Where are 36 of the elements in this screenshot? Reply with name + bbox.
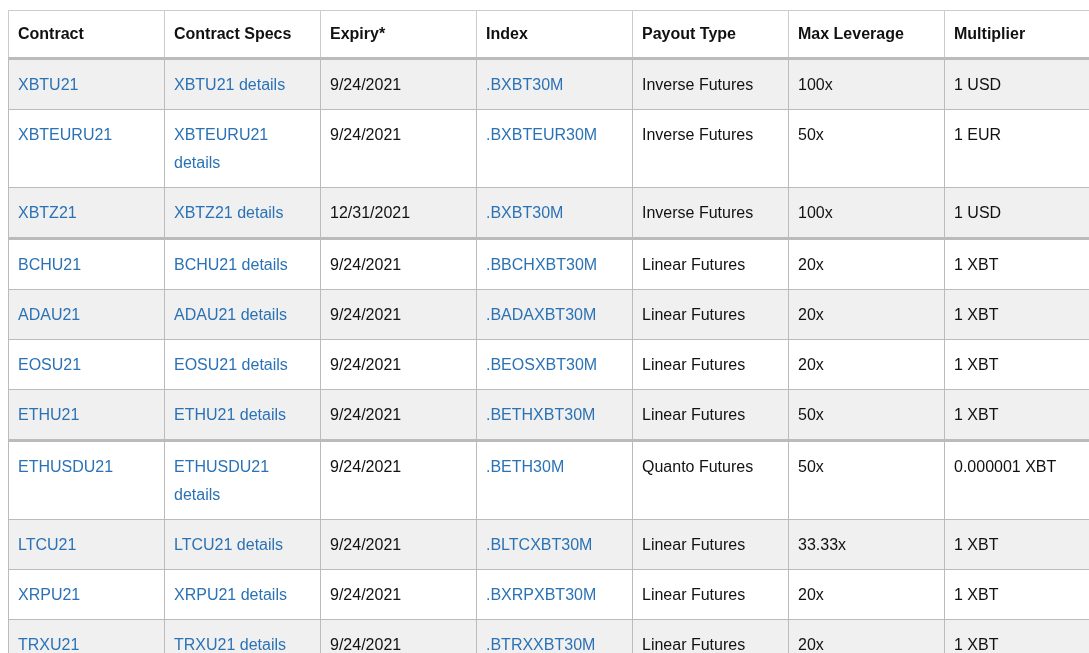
table-cell: Linear Futures bbox=[632, 569, 789, 620]
table-cell: Linear Futures bbox=[632, 519, 789, 570]
table-cell: Linear Futures bbox=[632, 238, 789, 290]
table-cell: 1 XBT bbox=[944, 619, 1089, 653]
table-cell: 9/24/2021 bbox=[320, 109, 477, 188]
table-cell: 9/24/2021 bbox=[320, 339, 477, 390]
table-cell: Inverse Futures bbox=[632, 109, 789, 188]
table-cell: 33.33x bbox=[788, 519, 945, 570]
table-cell: 0.000001 XBT bbox=[944, 440, 1089, 520]
table-cell: 20x bbox=[788, 569, 945, 620]
table-cell: Quanto Futures bbox=[632, 440, 789, 520]
table-cell: 1 USD bbox=[944, 58, 1089, 110]
table-cell: 1 XBT bbox=[944, 389, 1089, 441]
table-cell: 1 EUR bbox=[944, 109, 1089, 188]
table-cell: 1 XBT bbox=[944, 339, 1089, 390]
table-cell: 50x bbox=[788, 109, 945, 188]
table-cell: 9/24/2021 bbox=[320, 289, 477, 340]
table-cell: 9/24/2021 bbox=[320, 238, 477, 290]
table-cell: 1 USD bbox=[944, 187, 1089, 239]
table-cell: 1 XBT bbox=[944, 289, 1089, 340]
table-cell: 1 XBT bbox=[944, 519, 1089, 570]
table-cell: 20x bbox=[788, 238, 945, 290]
table-cell: 1 XBT bbox=[944, 238, 1089, 290]
table-cell: 20x bbox=[788, 339, 945, 390]
table-cell: 9/24/2021 bbox=[320, 58, 477, 110]
table-cell: Linear Futures bbox=[632, 339, 789, 390]
table-cell: Linear Futures bbox=[632, 289, 789, 340]
table-cell: 50x bbox=[788, 440, 945, 520]
table-cell: 9/24/2021 bbox=[320, 440, 477, 520]
table-cell: 100x bbox=[788, 58, 945, 110]
table-cell: 9/24/2021 bbox=[320, 569, 477, 620]
table-cell: 20x bbox=[788, 289, 945, 340]
table-link[interactable]: .BETH30M bbox=[486, 453, 565, 481]
table-cell: 9/24/2021 bbox=[320, 519, 477, 570]
table-cell: 1 XBT bbox=[944, 569, 1089, 620]
table-cell: Inverse Futures bbox=[632, 58, 789, 110]
